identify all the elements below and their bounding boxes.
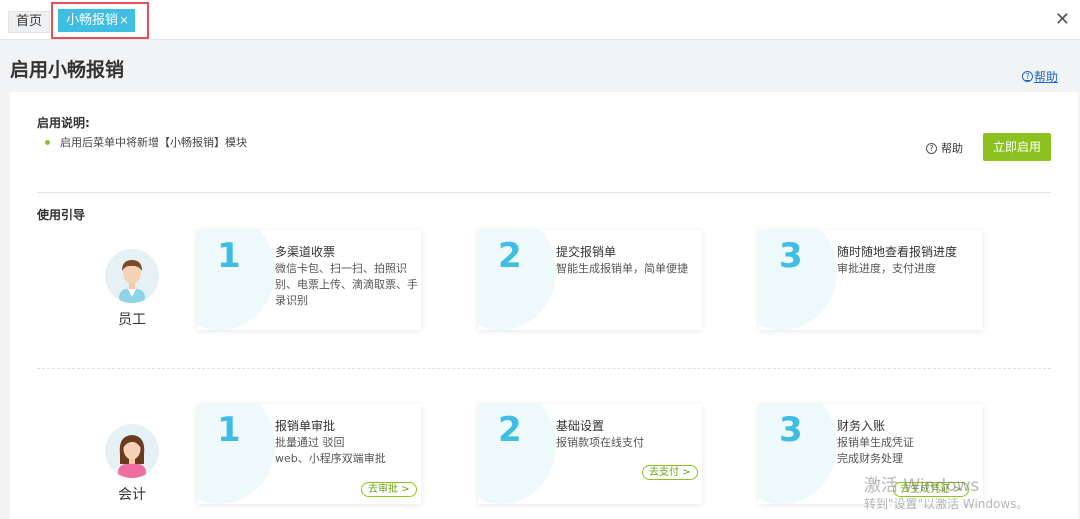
step-number: 3 [779, 236, 803, 276]
role-label: 员工 [118, 312, 146, 328]
question-circle-icon: ? [1021, 71, 1033, 82]
intro-item: 启用后菜单中将新增【小畅报销】模块 [45, 134, 247, 150]
step-number: 1 [217, 410, 241, 450]
step-title: 提交报销单 [556, 245, 617, 259]
intro-title: 启用说明: [37, 116, 90, 130]
step-desc-line: 完成财务处理 [837, 452, 903, 465]
tab-bar: 首页 小畅报销 × ✕ [0, 0, 1080, 40]
enable-now-button[interactable]: 立即启用 [983, 133, 1051, 161]
step-card: 1 报销单审批 批量通过 驳回 web、小程序双端审批 去审批 > [197, 404, 421, 504]
step-number: 2 [498, 410, 522, 450]
guide-title: 使用引导 [37, 208, 86, 222]
employee-avatar-icon [105, 249, 159, 303]
step-desc-line: 报销单生成凭证 [837, 436, 914, 449]
step-number: 3 [779, 410, 803, 450]
step-desc: 审批进度，支付进度 [837, 262, 936, 275]
step-desc: 微信卡包、扫一扫、拍照识别、电票上传、滴滴取票、手录识别 [275, 262, 418, 307]
step-number: 1 [217, 236, 241, 276]
question-circle-icon: ? [926, 142, 937, 154]
step-desc: 报销单生成凭证 完成财务处理 [837, 435, 983, 467]
step-desc-line: web、小程序双端审批 [275, 452, 386, 465]
go-approve-button[interactable]: 去审批 > [361, 482, 417, 497]
divider [37, 192, 1051, 193]
step-card: 1 多渠道收票 微信卡包、扫一扫、拍照识别、电票上传、滴滴取票、手录识别 [197, 230, 421, 330]
content-panel: 启用说明: 启用后菜单中将新增【小畅报销】模块 ? 帮助 立即启用 使用引导 员… [10, 92, 1078, 519]
go-pay-button[interactable]: 去支付 > [642, 465, 698, 480]
section-divider [37, 368, 1051, 369]
intro-item-text: 启用后菜单中将新增【小畅报销】模块 [60, 136, 247, 149]
activation-watermark-hint: 转到"设置"以激活 Windows。 [864, 497, 1029, 511]
step-desc-line: 批量通过 驳回 [275, 436, 345, 449]
tab-home[interactable]: 首页 [8, 11, 51, 33]
step-title: 报销单审批 [275, 419, 336, 433]
step-title: 随时随地查看报销进度 [837, 245, 958, 259]
tab-xiaochang-expense[interactable]: 小畅报销 × [58, 9, 135, 32]
accountant-avatar-icon [105, 424, 159, 478]
step-desc: 智能生成报销单，简单便捷 [556, 262, 688, 275]
tab-label: 小畅报销 [66, 13, 119, 28]
window-close-icon[interactable]: ✕ [1055, 10, 1070, 30]
step-title: 基础设置 [556, 419, 605, 433]
step-desc: 批量通过 驳回 web、小程序双端审批 [275, 435, 421, 467]
step-card: 2 基础设置 报销款项在线支付 去支付 > [478, 404, 702, 504]
tab-close-icon[interactable]: × [119, 9, 129, 32]
activation-watermark: 激活 Windows [864, 476, 980, 496]
page-help-label: 帮助 [1033, 70, 1058, 84]
bullet-dot-icon [45, 139, 50, 145]
page-title: 启用小畅报销 [10, 59, 125, 81]
step-title: 财务入账 [837, 419, 886, 433]
role-label: 会计 [118, 487, 146, 503]
step-title: 多渠道收票 [275, 245, 336, 259]
help-button[interactable]: ? 帮助 [926, 140, 963, 156]
page-help-link[interactable]: ? 帮助 [1021, 68, 1058, 85]
step-desc: 报销款项在线支付 [556, 436, 644, 449]
role-accountant: 会计 [97, 424, 167, 504]
role-employee: 员工 [97, 249, 167, 329]
step-card: 2 提交报销单 智能生成报销单，简单便捷 [478, 230, 702, 330]
help-label: 帮助 [941, 142, 963, 155]
step-number: 2 [498, 236, 522, 276]
step-card: 3 随时随地查看报销进度 审批进度，支付进度 [759, 230, 983, 330]
